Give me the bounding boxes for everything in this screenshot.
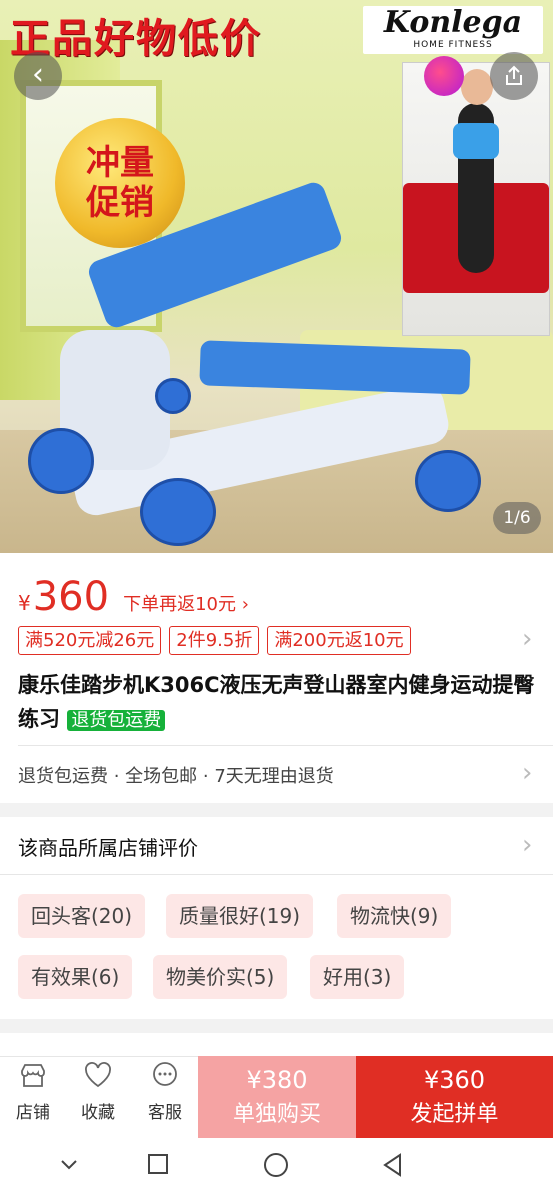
favorite-label: 收藏: [81, 1103, 115, 1123]
promo-tag: 2件9.5折: [169, 626, 260, 655]
chevron-down-icon[interactable]: [58, 1152, 80, 1182]
home-icon[interactable]: [263, 1152, 289, 1185]
store-button[interactable]: 店铺: [3, 1062, 63, 1123]
promo-tag: 满200元返10元: [267, 626, 411, 655]
stepper-wheel: [155, 378, 191, 414]
stepper-wheel: [28, 428, 94, 494]
group-buy-button[interactable]: ¥360 发起拼单: [356, 1056, 553, 1138]
stepper-pedal-right: [199, 340, 471, 395]
share-icon: [506, 65, 522, 85]
recents-icon[interactable]: [146, 1152, 170, 1183]
review-chip[interactable]: 有效果(6): [18, 955, 133, 999]
chevron-left-icon: ‹: [32, 57, 44, 92]
review-chip[interactable]: 质量很好(19): [166, 894, 314, 938]
promo-seal: 冲量 促销: [55, 118, 185, 248]
back-triangle-icon[interactable]: [380, 1152, 406, 1185]
store-icon: [3, 1062, 63, 1098]
share-button[interactable]: [490, 52, 538, 100]
customer-service-button[interactable]: 客服: [135, 1062, 195, 1123]
heart-icon: [68, 1062, 128, 1098]
stepper-wheel: [415, 450, 481, 512]
stepper-wheel: [140, 478, 216, 546]
floating-app-icon[interactable]: [424, 56, 464, 96]
group-label: 发起拼单: [410, 1102, 499, 1127]
promo-tags[interactable]: 满520元减26元 2件9.5折 满200元返10元: [18, 626, 411, 655]
brand-tagline: HOME FITNESS: [413, 40, 493, 50]
review-chip[interactable]: 回头客(20): [18, 894, 146, 938]
product-title: 康乐佳踏步机K306C液压无声登山器室内健身运动提臀练习 退货包运费: [18, 668, 538, 738]
rebate-text: 下单再返10元: [123, 594, 236, 615]
price-row: ¥ 360 下单再返10元 ›: [18, 574, 249, 620]
alone-label: 单独购买: [232, 1102, 321, 1127]
promo-line2: 促销: [86, 183, 154, 223]
chat-icon: [135, 1062, 195, 1098]
chevron-right-icon: ›: [241, 594, 249, 615]
product-hero-image[interactable]: 正品好物低价 Konlega HOME FITNESS 冲量 促销 ‹ 1/6: [0, 0, 553, 553]
model-inset-photo: [402, 62, 550, 336]
model-head: [461, 69, 493, 105]
alone-price: ¥380: [246, 1066, 308, 1094]
brand-logo: Konlega HOME FITNESS: [363, 6, 543, 54]
chevron-right-icon[interactable]: ›: [522, 830, 532, 860]
model-top: [453, 123, 499, 159]
review-chip[interactable]: 物美价实(5): [153, 955, 288, 999]
chevron-right-icon[interactable]: ›: [522, 758, 532, 788]
promo-tag: 满520元减26元: [18, 626, 162, 655]
buy-alone-button[interactable]: ¥380 单独购买: [198, 1056, 356, 1138]
currency-symbol: ¥: [18, 591, 31, 615]
service-guarantees[interactable]: 退货包运费 · 全场包邮 · 7天无理由退货: [18, 762, 334, 788]
service-label: 客服: [148, 1103, 182, 1123]
store-label: 店铺: [16, 1103, 50, 1123]
review-chip[interactable]: 好用(3): [310, 955, 405, 999]
promo-line1: 冲量: [86, 143, 154, 183]
group-price: ¥360: [423, 1066, 486, 1094]
favorite-button[interactable]: 收藏: [68, 1062, 128, 1123]
review-chip[interactable]: 物流快(9): [337, 894, 452, 938]
brand-name: Konlega: [383, 5, 523, 40]
divider: [0, 874, 553, 875]
next-section-peek: [0, 1033, 553, 1056]
divider: [18, 745, 553, 746]
product-price: 360: [32, 574, 110, 620]
chevron-right-icon[interactable]: ›: [522, 624, 532, 654]
rebate-link[interactable]: 下单再返10元 ›: [123, 590, 249, 616]
return-shipping-badge: 退货包运费: [67, 710, 166, 731]
back-button[interactable]: ‹: [14, 52, 62, 100]
reviews-title[interactable]: 该商品所属店铺评价: [18, 832, 198, 861]
image-counter: 1/6: [493, 502, 541, 534]
